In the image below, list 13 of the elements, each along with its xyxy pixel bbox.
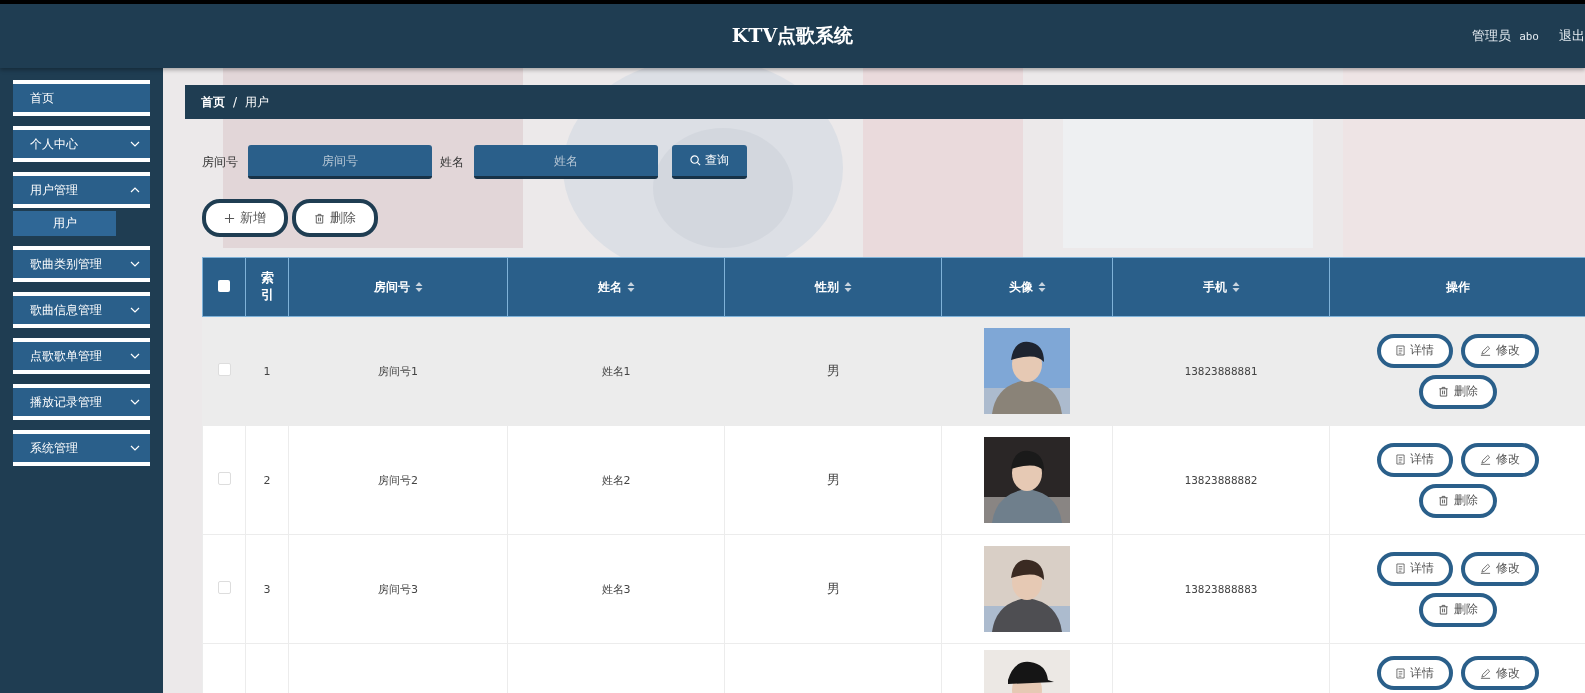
sidebar-item[interactable]: 点歌歌单管理 — [13, 338, 150, 374]
sidebar-item[interactable]: 歌曲信息管理 — [13, 292, 150, 328]
sidebar-subitem[interactable]: 用户 — [13, 211, 116, 236]
sidebar-item[interactable]: 首页 — [13, 80, 150, 116]
sidebar-item[interactable]: 个人中心 — [13, 126, 150, 162]
user-name: abo — [1519, 29, 1539, 43]
app-title: KTV点歌系统 — [731, 23, 854, 48]
sidebar-item[interactable]: 系统管理 — [13, 430, 150, 466]
sidebar-item[interactable]: 用户管理 — [13, 172, 150, 208]
sidebar-item[interactable]: 歌曲类别管理 — [13, 246, 150, 282]
logout-link[interactable]: 退出 — [1559, 27, 1585, 45]
sidebar-item[interactable]: 播放记录管理 — [13, 384, 150, 420]
user-role: 管理员 — [1472, 27, 1512, 45]
